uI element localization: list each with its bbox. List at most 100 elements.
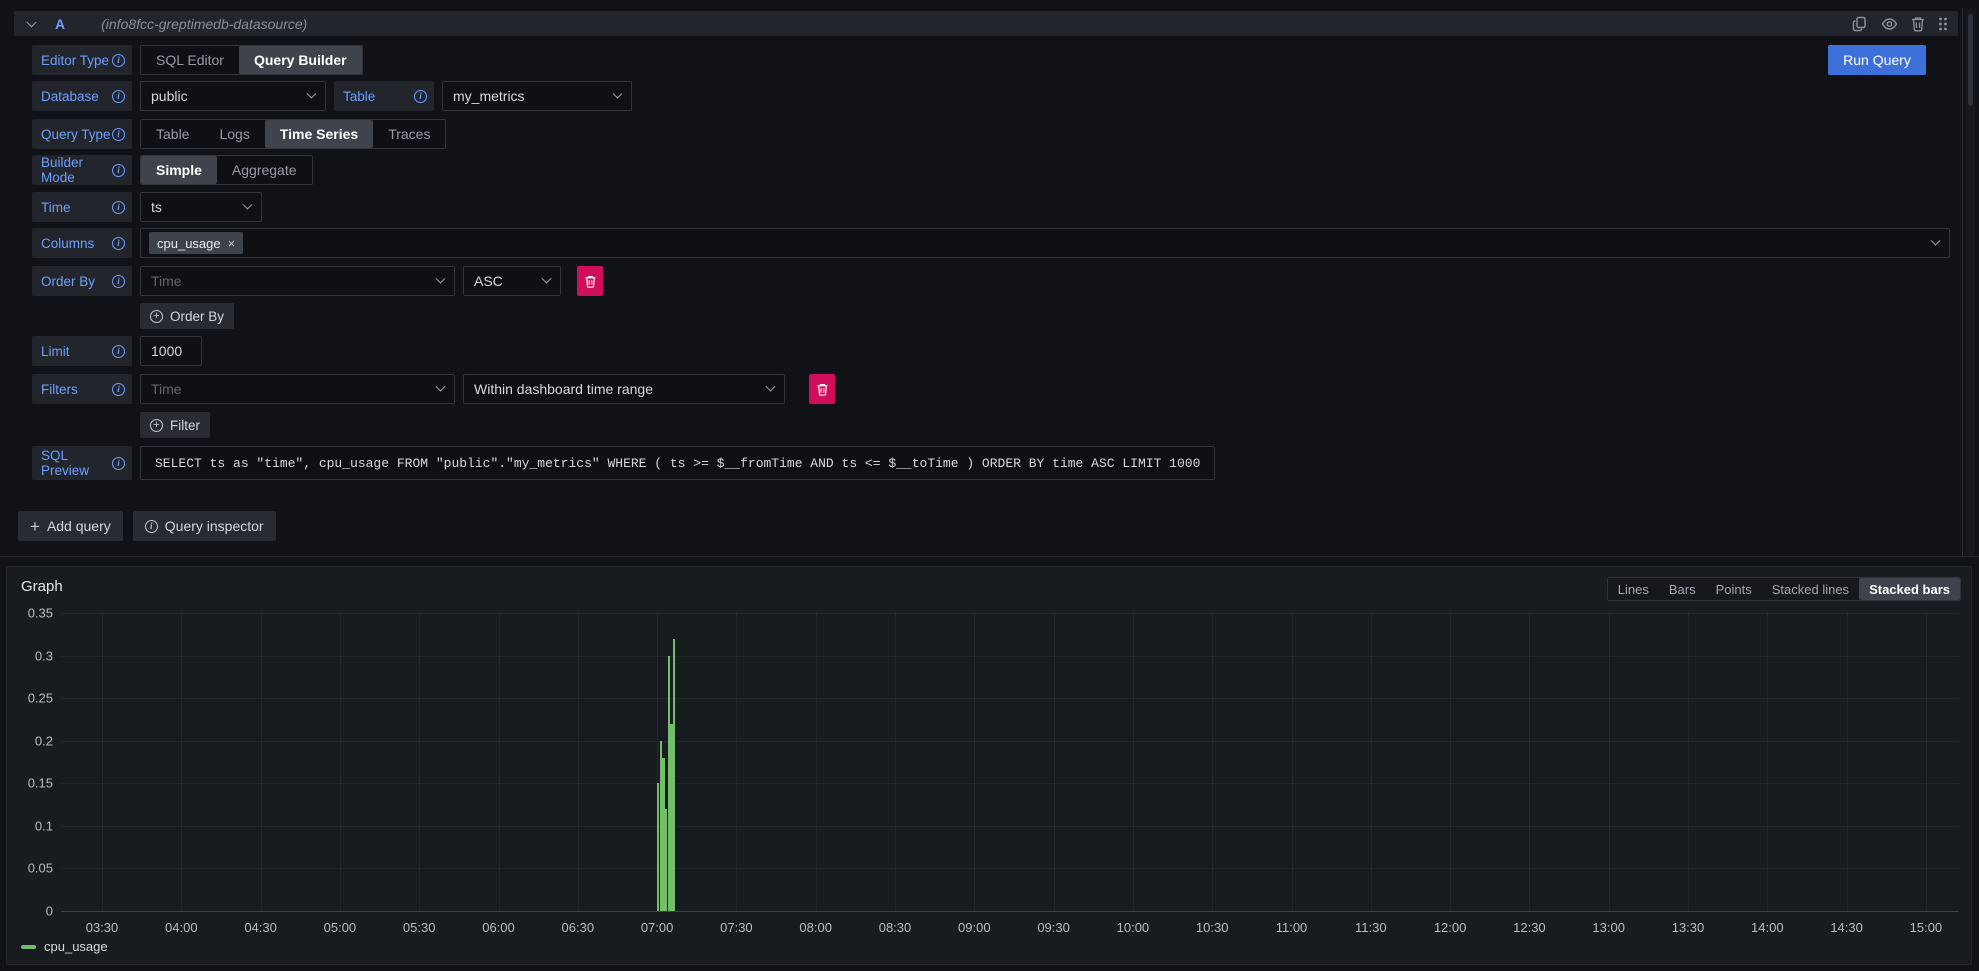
- table-label: Table i: [334, 81, 434, 111]
- info-icon[interactable]: i: [112, 201, 125, 214]
- legend-series-label: cpu_usage: [44, 939, 108, 954]
- x-axis-tick-label: 06:30: [562, 920, 595, 935]
- order-by-field-select[interactable]: Time: [140, 266, 455, 296]
- chevron-down-icon: [1931, 235, 1941, 245]
- table-select[interactable]: my_metrics: [442, 81, 632, 111]
- query-type-option-traces[interactable]: Traces: [373, 120, 445, 148]
- database-select[interactable]: public: [140, 81, 326, 111]
- x-axis-tick-label: 11:30: [1355, 920, 1387, 935]
- editor-type-option-sql-editor[interactable]: SQL Editor: [141, 46, 239, 74]
- legend[interactable]: cpu_usage: [21, 939, 108, 954]
- y-axis-tick-label: 0.15: [13, 776, 53, 791]
- info-icon[interactable]: i: [112, 383, 125, 396]
- datasource-name: (info8fcc-greptimedb-datasource): [101, 16, 307, 32]
- x-axis-tick-label: 12:30: [1513, 920, 1546, 935]
- x-gridline: [1371, 613, 1372, 911]
- info-icon[interactable]: i: [112, 275, 125, 288]
- section-divider: [0, 556, 1979, 557]
- columns-row: Columns i cpu_usage ×: [32, 228, 1950, 258]
- query-type-option-time-series[interactable]: Time Series: [265, 120, 373, 148]
- y-axis-tick-label: 0.2: [13, 733, 53, 748]
- trash-icon: [585, 275, 596, 288]
- builder-mode-option-aggregate[interactable]: Aggregate: [217, 156, 312, 184]
- query-type-option-logs[interactable]: Logs: [204, 120, 264, 148]
- circle-plus-icon: +: [150, 419, 163, 432]
- x-axis-tick-label: 06:00: [482, 920, 515, 935]
- y-gridline: [61, 656, 1959, 657]
- limit-input[interactable]: 1000: [140, 336, 202, 366]
- query-type-row: Query Type i Table Logs Time Series Trac…: [32, 119, 446, 149]
- add-query-button[interactable]: + Add query: [18, 511, 123, 541]
- time-label: Time i: [32, 192, 132, 222]
- x-gridline: [736, 613, 737, 911]
- info-icon[interactable]: i: [112, 128, 125, 141]
- chevron-down-icon: [613, 88, 623, 98]
- eye-icon[interactable]: [1881, 16, 1898, 32]
- x-axis-tick-label: 15:00: [1910, 920, 1943, 935]
- query-row-header[interactable]: A (info8fcc-greptimedb-datasource): [14, 11, 1958, 36]
- info-icon[interactable]: i: [112, 90, 125, 103]
- info-icon[interactable]: i: [414, 90, 427, 103]
- query-type-option-table[interactable]: Table: [141, 120, 204, 148]
- remove-icon[interactable]: ×: [228, 236, 236, 251]
- y-axis-tick-label: 0.35: [13, 606, 53, 621]
- x-gridline: [578, 613, 579, 911]
- filter-field-select[interactable]: Time: [140, 374, 455, 404]
- collapse-chevron-icon[interactable]: [27, 17, 37, 27]
- database-row: Database i public Table i my_metrics: [32, 81, 632, 111]
- x-axis-tick-label: 04:30: [244, 920, 277, 935]
- y-gridline: [61, 826, 1959, 827]
- x-axis-tick-label: 08:30: [879, 920, 912, 935]
- sql-preview-row: SQL Preview i SELECT ts as "time", cpu_u…: [32, 446, 1215, 480]
- y-gridline: [61, 783, 1959, 784]
- info-icon[interactable]: i: [112, 345, 125, 358]
- y-axis-tick-label: 0.1: [13, 818, 53, 833]
- x-axis-tick-label: 12:00: [1434, 920, 1467, 935]
- sql-preview-code: SELECT ts as "time", cpu_usage FROM "pub…: [140, 446, 1215, 480]
- builder-mode-row: Builder Mode i Simple Aggregate: [32, 155, 313, 185]
- scrollbar-thumb[interactable]: [1968, 14, 1973, 106]
- x-gridline: [181, 613, 182, 911]
- plus-icon: +: [30, 518, 40, 535]
- builder-mode-option-simple[interactable]: Simple: [141, 156, 217, 184]
- add-filter-button[interactable]: + Filter: [140, 412, 210, 438]
- x-gridline: [1529, 613, 1530, 911]
- query-ref-id: A: [55, 16, 65, 32]
- order-by-direction-select[interactable]: ASC: [463, 266, 561, 296]
- info-icon[interactable]: i: [112, 237, 125, 250]
- database-label: Database i: [32, 81, 132, 111]
- remove-filter-button[interactable]: [809, 374, 835, 404]
- chevron-down-icon: [766, 381, 776, 391]
- x-axis-tick-label: 13:30: [1672, 920, 1705, 935]
- x-gridline: [1292, 613, 1293, 911]
- order-by-label: Order By i: [32, 266, 132, 296]
- info-icon[interactable]: i: [112, 164, 125, 177]
- run-query-button[interactable]: Run Query: [1828, 45, 1926, 75]
- x-axis-tick-label: 09:00: [958, 920, 991, 935]
- editor-type-option-query-builder[interactable]: Query Builder: [239, 46, 362, 74]
- query-inspector-button[interactable]: i Query inspector: [133, 511, 276, 541]
- filters-row: Filters i Time Within dashboard time ran…: [32, 374, 835, 404]
- limit-label: Limit i: [32, 336, 132, 366]
- info-icon[interactable]: i: [112, 54, 125, 67]
- query-type-toggle: Table Logs Time Series Traces: [140, 119, 446, 149]
- x-gridline: [419, 613, 420, 911]
- pane-splitter[interactable]: [1962, 8, 1963, 556]
- time-column-select[interactable]: ts: [140, 192, 262, 222]
- x-axis-tick-label: 05:00: [324, 920, 357, 935]
- editor-type-label: Editor Type i: [32, 45, 132, 75]
- copy-icon[interactable]: [1852, 16, 1868, 32]
- filter-condition-select[interactable]: Within dashboard time range: [463, 374, 785, 404]
- columns-multiselect[interactable]: cpu_usage ×: [140, 228, 1950, 258]
- time-row: Time i ts: [32, 192, 262, 222]
- x-axis-tick-label: 10:00: [1117, 920, 1150, 935]
- add-order-by-button[interactable]: + Order By: [140, 303, 234, 329]
- column-chip: cpu_usage ×: [149, 232, 243, 254]
- drag-handle-icon[interactable]: [1938, 16, 1948, 32]
- info-icon[interactable]: i: [112, 457, 125, 470]
- chevron-down-icon: [243, 199, 253, 209]
- x-gridline: [1767, 613, 1768, 911]
- info-icon: i: [145, 520, 158, 533]
- remove-order-by-button[interactable]: [577, 266, 603, 296]
- trash-icon[interactable]: [1911, 16, 1925, 32]
